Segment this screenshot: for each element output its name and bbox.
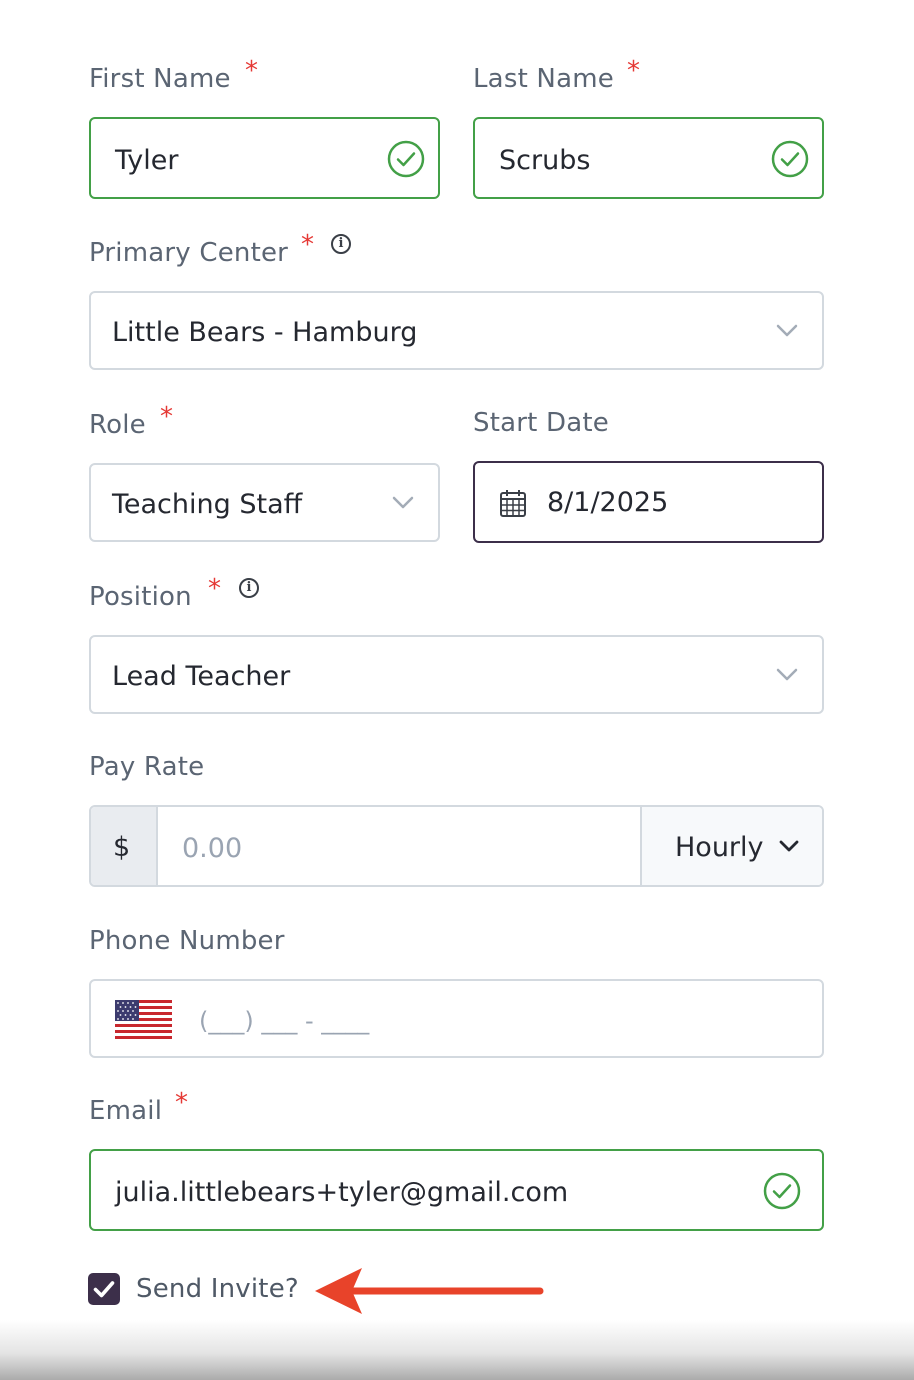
primary-center-label: Primary Center	[89, 238, 289, 268]
valid-check-icon	[771, 140, 809, 178]
email-label: Email	[89, 1096, 163, 1126]
primary-center-value: Little Bears - Hamburg	[112, 317, 418, 348]
start-date-label: Start Date	[473, 408, 609, 438]
pay-rate-label: Pay Rate	[89, 752, 205, 782]
position-value: Lead Teacher	[112, 661, 291, 692]
bottom-shadow	[0, 1320, 914, 1380]
first-name-required-mark: *	[245, 56, 258, 86]
first-name-value: Tyler	[115, 145, 179, 176]
valid-check-icon	[387, 140, 425, 178]
position-info-icon[interactable]: i	[239, 578, 259, 598]
pay-period-value: Hourly	[675, 832, 764, 863]
pay-period-select[interactable]: Hourly	[640, 807, 822, 885]
start-date-input[interactable]: 8/1/2025	[473, 461, 824, 543]
email-input[interactable]: julia.littlebears+tyler@gmail.com	[89, 1149, 824, 1231]
pay-rate-input[interactable]: 0.00	[158, 807, 640, 885]
chevron-down-icon	[779, 840, 799, 852]
pay-rate-group: $ 0.00 Hourly	[89, 805, 824, 887]
phone-number-label: Phone Number	[89, 926, 285, 956]
last-name-required-mark: *	[627, 56, 640, 86]
send-invite-checkbox[interactable]	[88, 1273, 120, 1305]
start-date-value: 8/1/2025	[547, 487, 669, 518]
chevron-down-icon	[392, 496, 414, 509]
annotation-arrow-icon	[315, 1268, 544, 1314]
email-required-mark: *	[175, 1088, 188, 1118]
us-flag-icon	[115, 1000, 172, 1039]
email-value: julia.littlebears+tyler@gmail.com	[115, 1177, 569, 1208]
primary-center-required-mark: *	[301, 230, 314, 260]
first-name-label: First Name	[89, 64, 231, 94]
currency-symbol: $	[113, 832, 131, 863]
position-required-mark: *	[208, 574, 221, 604]
phone-number-placeholder: (___) ___ - ____	[199, 1007, 370, 1035]
chevron-down-icon	[776, 324, 798, 337]
last-name-input[interactable]: Scrubs	[473, 117, 824, 199]
calendar-icon	[500, 490, 526, 517]
primary-center-select[interactable]: Little Bears - Hamburg	[89, 291, 824, 370]
valid-check-icon	[763, 1172, 801, 1210]
chevron-down-icon	[776, 668, 798, 681]
last-name-value: Scrubs	[499, 145, 591, 176]
role-label: Role	[89, 410, 146, 440]
role-value: Teaching Staff	[112, 489, 303, 520]
last-name-label: Last Name	[473, 64, 614, 94]
primary-center-info-icon[interactable]: i	[331, 234, 351, 254]
position-label: Position	[89, 582, 192, 612]
role-select[interactable]: Teaching Staff	[89, 463, 440, 542]
currency-addon: $	[91, 807, 158, 885]
position-select[interactable]: Lead Teacher	[89, 635, 824, 714]
first-name-input[interactable]: Tyler	[89, 117, 440, 199]
send-invite-label[interactable]: Send Invite?	[136, 1274, 299, 1304]
phone-number-input[interactable]: (___) ___ - ____	[89, 979, 824, 1058]
role-required-mark: *	[160, 402, 173, 432]
pay-rate-placeholder: 0.00	[182, 833, 243, 864]
